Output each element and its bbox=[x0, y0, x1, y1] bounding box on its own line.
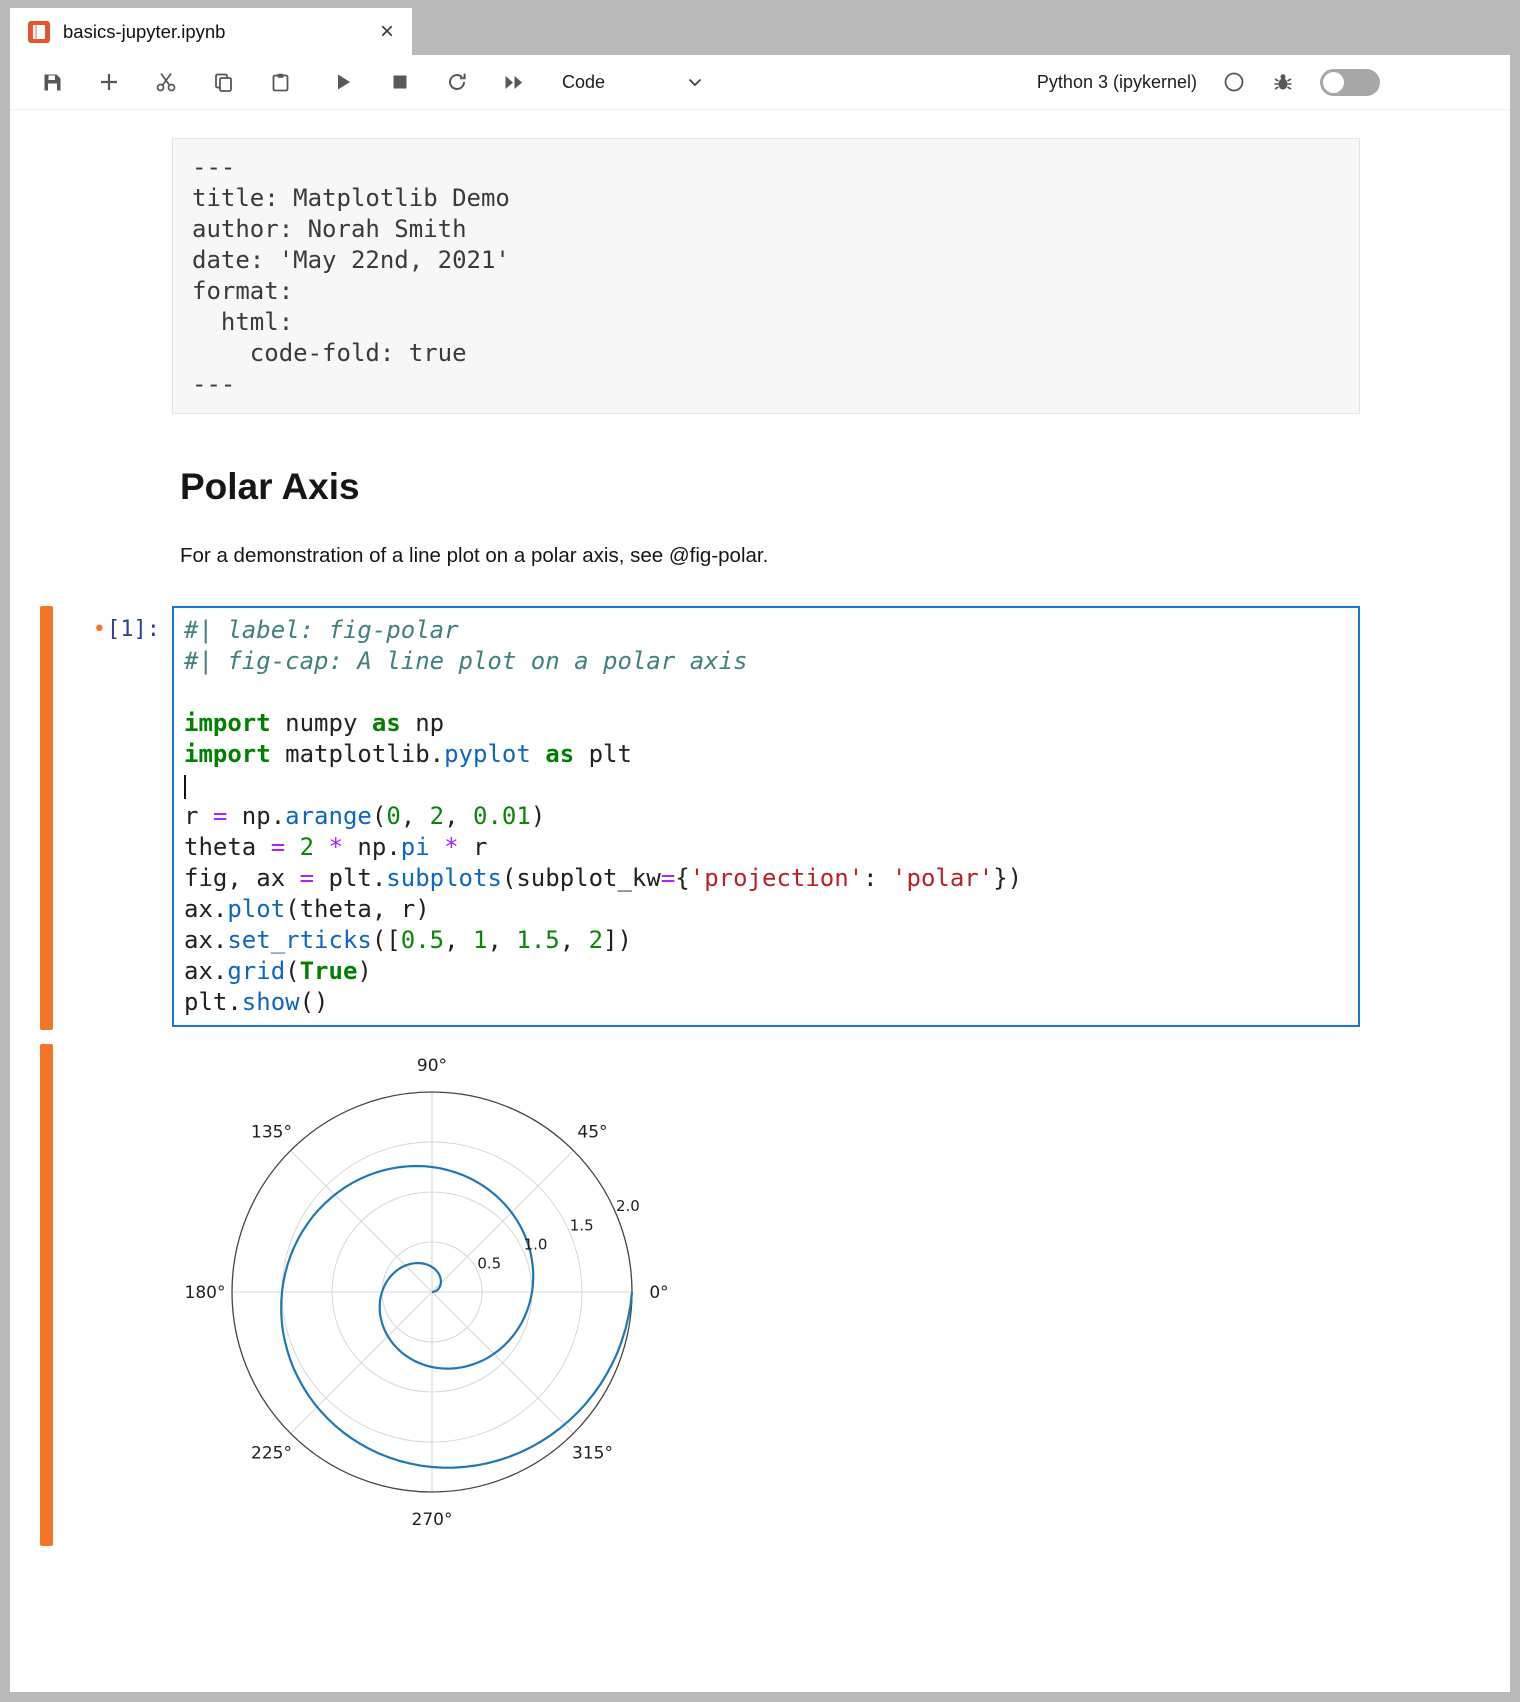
tab-close-icon[interactable]: × bbox=[380, 20, 394, 44]
kernel-status-icon bbox=[1222, 70, 1246, 94]
polar-plot: 0° 45° 90° 135° 180° 225° 270° 315° 0.5 1.0 1.5 2.0 bbox=[170, 1044, 730, 1549]
code-editor[interactable]: #| label: fig-polar#| fig-cap: A line pl… bbox=[172, 606, 1360, 1027]
raw-cell-line: author: Norah Smith bbox=[192, 214, 1340, 245]
output-cell: 0° 45° 90° 135° 180° 225° 270° 315° 0.5 1.0 1.5 2.0 bbox=[10, 1044, 1510, 1554]
svg-text:270°: 270° bbox=[412, 1510, 453, 1530]
toggle-knob bbox=[1323, 72, 1344, 93]
markdown-heading: Polar Axis bbox=[180, 466, 1510, 508]
svg-text:1.5: 1.5 bbox=[570, 1216, 594, 1234]
run-cell-icon[interactable] bbox=[331, 70, 355, 94]
kernel-name[interactable]: Python 3 (ipykernel) bbox=[1037, 72, 1197, 93]
jupyterlab-window: basics-jupyter.ipynb × bbox=[0, 0, 1520, 1702]
code-line: import matplotlib.pyplot as plt bbox=[184, 739, 1348, 770]
raw-cell-line: date: 'May 22nd, 2021' bbox=[192, 245, 1340, 276]
debugger-bug-icon[interactable] bbox=[1271, 70, 1295, 94]
code-line: ax.grid(True) bbox=[184, 956, 1348, 987]
toolbar-right-group: Python 3 (ipykernel) bbox=[1037, 69, 1380, 96]
input-collapser-bar[interactable] bbox=[40, 606, 53, 1030]
toolbar-run-group bbox=[331, 70, 526, 94]
svg-text:315°: 315° bbox=[572, 1443, 613, 1463]
interrupt-kernel-icon[interactable] bbox=[388, 70, 412, 94]
code-line: import numpy as np bbox=[184, 708, 1348, 739]
yaml-raw-cell[interactable]: ---title: Matplotlib Demoauthor: Norah S… bbox=[172, 138, 1360, 414]
svg-text:1.0: 1.0 bbox=[524, 1235, 548, 1253]
code-line: #| label: fig-polar bbox=[184, 615, 1348, 646]
modified-dot: • bbox=[93, 617, 106, 642]
add-cell-icon[interactable] bbox=[97, 70, 121, 94]
raw-cell-line: format: bbox=[192, 276, 1340, 307]
execution-count: [1]: bbox=[107, 617, 160, 642]
svg-text:90°: 90° bbox=[417, 1056, 447, 1076]
raw-cell-line: --- bbox=[192, 369, 1340, 400]
save-icon[interactable] bbox=[40, 70, 64, 94]
paste-cells-icon[interactable] bbox=[268, 70, 292, 94]
notebook-file-icon bbox=[28, 21, 50, 43]
tab-bar: basics-jupyter.ipynb × bbox=[0, 0, 1520, 55]
code-line: theta = 2 * np.pi * r bbox=[184, 832, 1348, 863]
code-line: plt.show() bbox=[184, 987, 1348, 1018]
text-cursor bbox=[184, 775, 186, 799]
code-line: r = np.arange(0, 2, 0.01) bbox=[184, 801, 1348, 832]
svg-text:135°: 135° bbox=[251, 1122, 292, 1142]
notebook-content: ---title: Matplotlib Demoauthor: Norah S… bbox=[10, 110, 1510, 1692]
markdown-paragraph: For a demonstration of a line plot on a … bbox=[180, 544, 1510, 568]
copy-cells-icon[interactable] bbox=[211, 70, 235, 94]
toolbar-left-group bbox=[40, 70, 526, 94]
svg-text:180°: 180° bbox=[185, 1283, 226, 1303]
simple-mode-toggle[interactable] bbox=[1320, 69, 1380, 96]
code-line: ax.plot(theta, r) bbox=[184, 894, 1348, 925]
code-line: #| fig-cap: A line plot on a polar axis bbox=[184, 646, 1348, 677]
svg-text:2.0: 2.0 bbox=[616, 1197, 640, 1215]
notebook-tab[interactable]: basics-jupyter.ipynb × bbox=[10, 8, 412, 55]
output-collapser-bar[interactable] bbox=[40, 1044, 53, 1546]
raw-cell-line: code-fold: true bbox=[192, 338, 1340, 369]
cell-type-dropdown[interactable]: Code bbox=[552, 72, 712, 93]
svg-text:225°: 225° bbox=[251, 1443, 292, 1463]
cell-type-value: Code bbox=[562, 72, 605, 93]
svg-text:0°: 0° bbox=[649, 1283, 668, 1303]
code-line: ax.set_rticks([0.5, 1, 1.5, 2]) bbox=[184, 925, 1348, 956]
notebook-toolbar: Code Python 3 (ipykernel) bbox=[10, 55, 1510, 110]
raw-cell-line: --- bbox=[192, 152, 1340, 183]
svg-text:0.5: 0.5 bbox=[477, 1255, 501, 1273]
code-line bbox=[184, 770, 1348, 801]
raw-cell-line: html: bbox=[192, 307, 1340, 338]
code-line: fig, ax = plt.subplots(subplot_kw={'proj… bbox=[184, 863, 1348, 894]
figure-output: 0° 45° 90° 135° 180° 225° 270° 315° 0.5 1.0 1.5 2.0 bbox=[170, 1044, 1510, 1554]
svg-text:45°: 45° bbox=[577, 1122, 607, 1142]
code-line bbox=[184, 677, 1348, 708]
restart-kernel-icon[interactable] bbox=[445, 70, 469, 94]
execution-prompt: •[1]: bbox=[10, 606, 172, 1027]
chevron-down-icon bbox=[688, 78, 702, 87]
code-cell: •[1]: #| label: fig-polar#| fig-cap: A l… bbox=[10, 606, 1510, 1027]
tab-title: basics-jupyter.ipynb bbox=[63, 21, 367, 43]
restart-run-all-icon[interactable] bbox=[502, 70, 526, 94]
cut-cells-icon[interactable] bbox=[154, 70, 178, 94]
raw-cell-line: title: Matplotlib Demo bbox=[192, 183, 1340, 214]
